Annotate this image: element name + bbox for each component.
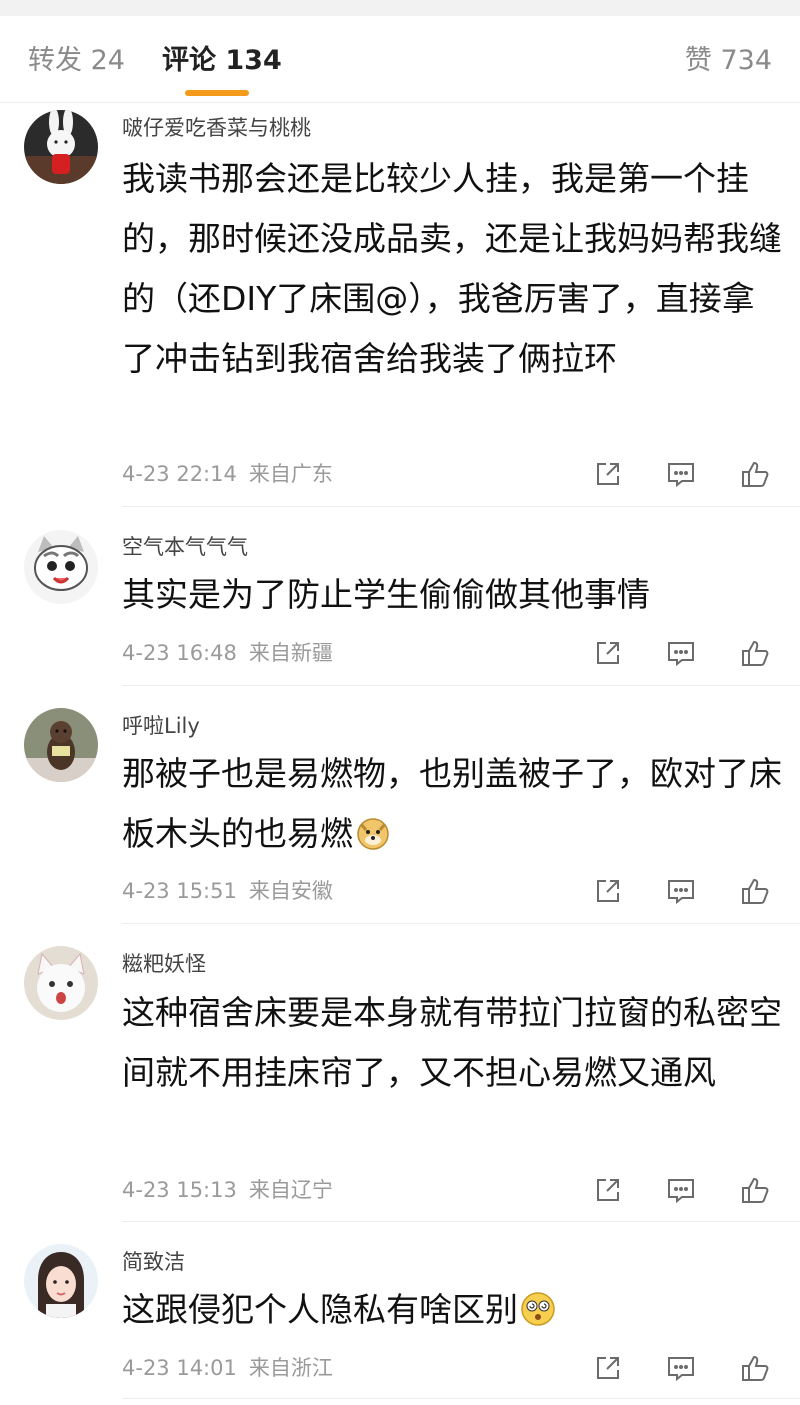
tab-likes[interactable]: 赞 734 — [685, 44, 772, 78]
repost-icon[interactable] — [592, 637, 624, 669]
comment-text: 我读书那会还是比较少人挂，我是第一个挂的，那时候还没成品卖，还是让我妈妈帮我缝的… — [122, 159, 782, 378]
comment-icon[interactable] — [665, 1352, 697, 1384]
like-icon[interactable] — [739, 1174, 771, 1206]
comment-icon[interactable] — [665, 458, 697, 490]
comment-username[interactable]: 简致洁 — [122, 1248, 185, 1276]
status-strip — [0, 0, 800, 16]
comment-text-content: 那被子也是易燃物，也别盖被子了，欧对了床板木头的也易燃 — [122, 754, 782, 853]
comment-username[interactable]: 糍粑妖怪 — [122, 950, 206, 978]
comment-location: 来自浙江 — [248, 1356, 333, 1380]
divider — [122, 685, 800, 686]
comment-location: 来自广东 — [248, 462, 333, 486]
comment-time: 4-23 15:13 — [122, 1178, 237, 1202]
divider — [122, 506, 800, 507]
repost-icon[interactable] — [592, 1352, 624, 1384]
comment-meta: 4-23 15:13 来自辽宁 — [122, 1176, 333, 1204]
comment-time: 4-23 14:01 — [122, 1356, 237, 1380]
comment-meta: 4-23 22:14 来自广东 — [122, 460, 333, 488]
like-icon[interactable] — [739, 637, 771, 669]
tab-comments[interactable]: 评论 134 — [162, 44, 282, 78]
comment-username[interactable]: 啵仔爱吃香菜与桃桃 — [122, 114, 311, 142]
comment-time: 4-23 22:14 — [122, 462, 237, 486]
comment-text: 这种宿舍床要是本身就有带拉门拉窗的私密空间就不用挂床帘了，又不担心易燃又通风 — [122, 993, 782, 1092]
comment-icon[interactable] — [665, 1174, 697, 1206]
dizzy-face-emoji — [520, 1286, 556, 1326]
comment-location: 来自辽宁 — [248, 1178, 333, 1202]
white-kitten-avatar[interactable] — [24, 946, 98, 1020]
tab-repost[interactable]: 转发 24 — [28, 44, 125, 78]
comment-text-content: 这跟侵犯个人隐私有啥区别 — [122, 1290, 518, 1329]
comment-icon[interactable] — [665, 875, 697, 907]
repost-icon[interactable] — [592, 875, 624, 907]
comment-location: 来自安徽 — [248, 879, 333, 903]
comment-meta: 4-23 14:01 来自浙江 — [122, 1354, 333, 1382]
comment-meta: 4-23 15:51 来自安徽 — [122, 877, 333, 905]
comment-icon[interactable] — [665, 637, 697, 669]
repost-icon[interactable] — [592, 1174, 624, 1206]
divider — [122, 1221, 800, 1222]
comment-meta: 4-23 16:48 来自新疆 — [122, 639, 333, 667]
like-icon[interactable] — [739, 458, 771, 490]
doge-emoji — [355, 810, 391, 850]
tab-bar: 转发 24 评论 134 赞 734 — [0, 16, 800, 103]
girl-portrait-avatar[interactable] — [24, 1244, 98, 1318]
like-icon[interactable] — [739, 875, 771, 907]
white-rabbit-plush-avatar[interactable] — [24, 110, 98, 184]
comment-username[interactable]: 空气本气气气 — [122, 533, 248, 561]
repost-icon[interactable] — [592, 458, 624, 490]
small-dog-avatar[interactable] — [24, 708, 98, 782]
comment-text: 那被子也是易燃物，也别盖被子了，欧对了床板木头的也易燃 — [122, 744, 782, 864]
divider — [122, 923, 800, 924]
cartoon-cat-avatar[interactable] — [24, 530, 98, 604]
comment-text: 其实是为了防止学生偷偷做其他事情 — [122, 575, 650, 614]
comment-text: 这跟侵犯个人隐私有啥区别 — [122, 1280, 782, 1340]
comment-location: 来自新疆 — [248, 641, 333, 665]
like-icon[interactable] — [739, 1352, 771, 1384]
comment-username[interactable]: 呼啦Lily — [122, 712, 200, 740]
divider — [122, 1398, 800, 1399]
comment-time: 4-23 16:48 — [122, 641, 237, 665]
comment-time: 4-23 15:51 — [122, 879, 237, 903]
active-tab-indicator — [185, 90, 249, 96]
